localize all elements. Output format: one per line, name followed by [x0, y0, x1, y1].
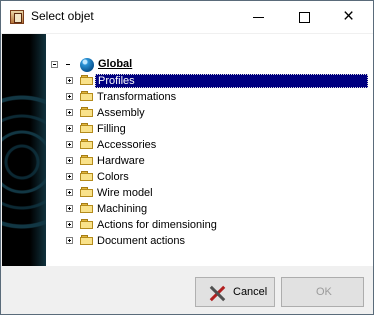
folder-icon — [80, 91, 94, 101]
folder-icon — [80, 187, 94, 197]
expand-icon[interactable] — [66, 157, 73, 164]
expand-icon[interactable] — [66, 205, 73, 212]
tree-item-wire-model[interactable]: Wire model — [46, 185, 373, 201]
cancel-button[interactable]: Cancel — [195, 277, 275, 307]
tree-item-label[interactable]: Profiles — [95, 74, 368, 88]
tree-item-label[interactable]: Wire model — [95, 186, 155, 200]
maximize-button[interactable] — [282, 1, 328, 33]
minimize-button[interactable] — [236, 1, 282, 33]
tree-item-document-actions[interactable]: Document actions — [46, 233, 373, 249]
tree-item-hardware[interactable]: Hardware — [46, 153, 373, 169]
tree-item-label[interactable]: Hardware — [95, 154, 147, 168]
close-icon: × — [343, 6, 355, 27]
folder-icon — [80, 235, 94, 245]
tree-item-assembly[interactable]: Assembly — [46, 105, 373, 121]
tree-item-label[interactable]: Accessories — [95, 138, 158, 152]
maximize-icon — [299, 12, 310, 23]
collapse-icon[interactable] — [51, 61, 58, 68]
folder-icon — [80, 75, 94, 85]
tree-connector — [66, 64, 70, 65]
tree-item-label[interactable]: Assembly — [95, 106, 147, 120]
expand-icon[interactable] — [66, 221, 73, 228]
ok-button[interactable]: OK — [281, 277, 364, 307]
title-bar[interactable]: Select objet × — [1, 1, 373, 33]
tree-item-label[interactable]: Filling — [95, 122, 128, 136]
tree-item-label[interactable]: Colors — [95, 170, 131, 184]
tree-item-transformations[interactable]: Transformations — [46, 89, 373, 105]
folder-icon — [80, 219, 94, 229]
tree-root-row[interactable]: Global — [46, 57, 373, 73]
expand-icon[interactable] — [66, 189, 73, 196]
object-tree[interactable]: Global Profiles Transformations Assembly… — [46, 34, 373, 266]
expand-icon[interactable] — [66, 173, 73, 180]
folder-icon — [80, 139, 94, 149]
tree-item-machining[interactable]: Machining — [46, 201, 373, 217]
tree-item-actions-for-dimensioning[interactable]: Actions for dimensioning — [46, 217, 373, 233]
select-object-dialog: Select objet × Global Profiles Transform… — [0, 0, 374, 315]
cancel-icon — [209, 285, 225, 301]
minimize-icon — [253, 17, 264, 18]
globe-icon — [80, 58, 94, 72]
cancel-button-label: Cancel — [233, 286, 268, 298]
tree-item-label[interactable]: Document actions — [95, 234, 187, 248]
expand-icon[interactable] — [66, 77, 73, 84]
tree-root-label[interactable]: Global — [98, 58, 132, 70]
close-button[interactable]: × — [327, 1, 373, 33]
window-title: Select objet — [31, 9, 94, 23]
folder-icon — [80, 155, 94, 165]
folder-icon — [80, 171, 94, 181]
decorative-background-image — [2, 34, 46, 266]
expand-icon[interactable] — [66, 93, 73, 100]
dialog-button-bar: Cancel OK — [186, 277, 373, 307]
ok-button-label: OK — [316, 286, 332, 298]
tree-item-label[interactable]: Machining — [95, 202, 149, 216]
folder-icon — [80, 203, 94, 213]
expand-icon[interactable] — [66, 109, 73, 116]
expand-icon[interactable] — [66, 237, 73, 244]
tree-item-label[interactable]: Actions for dimensioning — [95, 218, 219, 232]
tree-item-filling[interactable]: Filling — [46, 121, 373, 137]
folder-icon — [80, 123, 94, 133]
tree-item-profiles[interactable]: Profiles — [46, 73, 373, 89]
tree-item-colors[interactable]: Colors — [46, 169, 373, 185]
application-icon — [10, 10, 24, 24]
folder-icon — [80, 107, 94, 117]
tree-item-accessories[interactable]: Accessories — [46, 137, 373, 153]
tree-item-label[interactable]: Transformations — [95, 90, 178, 104]
expand-icon[interactable] — [66, 125, 73, 132]
expand-icon[interactable] — [66, 141, 73, 148]
